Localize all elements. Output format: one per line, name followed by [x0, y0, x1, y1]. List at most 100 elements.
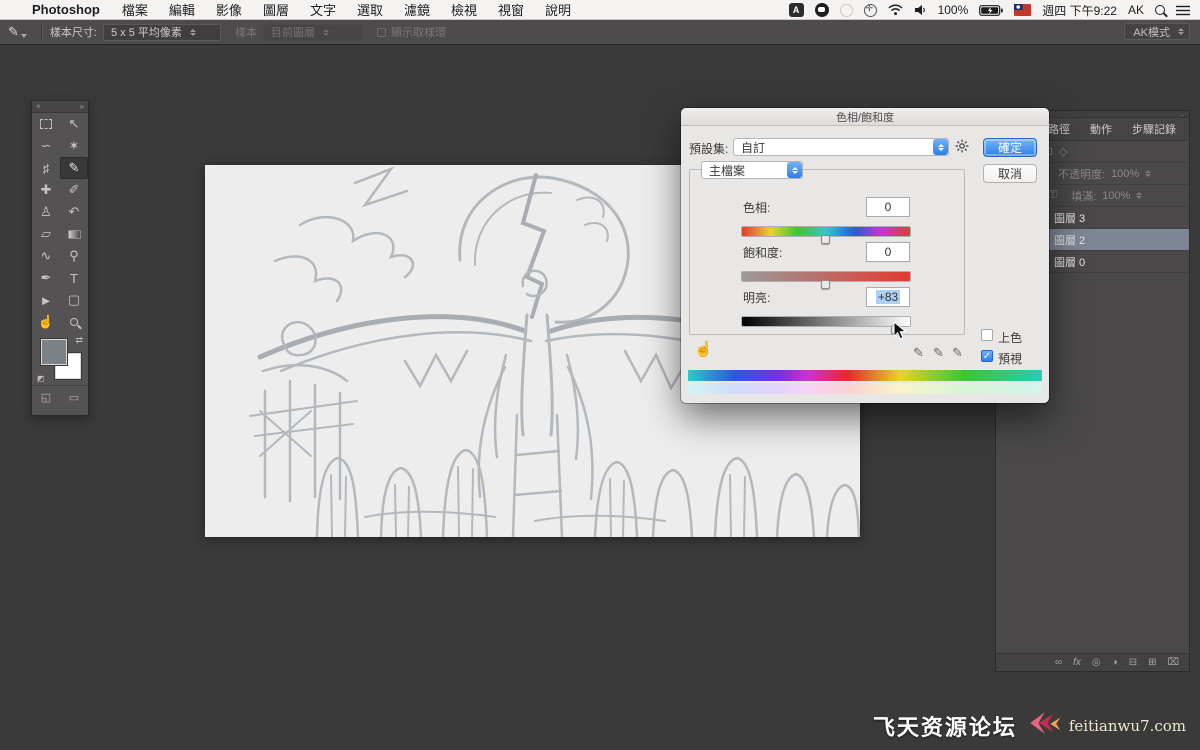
time-machine-icon[interactable] — [839, 3, 853, 17]
menu-image[interactable]: 影像 — [216, 0, 242, 19]
crop-icon: ♯ — [42, 160, 50, 176]
spectrum-bar-adjusted — [688, 383, 1042, 394]
cancel-button[interactable]: 取消 — [983, 164, 1037, 183]
preset-dropdown[interactable]: 自訂 — [733, 138, 949, 156]
menu-select[interactable]: 選取 — [357, 0, 383, 19]
saturation-slider-handle[interactable] — [821, 280, 830, 289]
adjustment-layer-icon[interactable]: ◑ — [1112, 657, 1118, 668]
lightness-input[interactable]: +83 — [866, 287, 910, 307]
flag-icon[interactable] — [1014, 4, 1032, 16]
link-layers-icon[interactable]: ∞ — [1055, 657, 1062, 668]
default-colors-icon[interactable]: ◩ — [37, 374, 45, 383]
foreground-color-swatch[interactable] — [41, 339, 67, 365]
wifi-icon[interactable] — [888, 4, 903, 16]
tool-rectangular-marquee[interactable] — [32, 113, 60, 135]
notification-center-icon[interactable] — [1176, 5, 1190, 16]
menu-layer[interactable]: 圖層 — [263, 0, 289, 19]
tool-healing-brush[interactable]: ✚ — [32, 179, 60, 201]
battery-percent: 100% — [937, 3, 969, 17]
preset-gear-icon[interactable] — [955, 139, 969, 156]
lock-all-icon[interactable]: ⚿ — [1049, 189, 1057, 202]
tool-smudge[interactable]: ∿ — [32, 245, 60, 267]
menu-view[interactable]: 檢視 — [451, 0, 477, 19]
hue-input[interactable]: 0 — [866, 197, 910, 217]
app-name[interactable]: Photoshop — [32, 2, 100, 17]
menu-file[interactable]: 檔案 — [122, 0, 148, 19]
tool-clone-stamp[interactable]: ♙ — [32, 201, 60, 223]
tool-dodge[interactable]: ⚲ — [60, 245, 88, 267]
sample-source-dropdown: 目前圖層 — [262, 23, 363, 41]
hue-label: 色相: — [743, 201, 771, 215]
divider — [40, 23, 42, 41]
tools-close-icon[interactable]: × — [36, 102, 41, 111]
ok-button[interactable]: 確定 — [983, 138, 1037, 157]
volume-icon[interactable] — [914, 4, 927, 16]
spotlight-icon[interactable] — [1155, 5, 1165, 15]
tool-brush[interactable]: ✐ — [60, 179, 88, 201]
quick-mask-button[interactable]: ◱ — [41, 391, 51, 404]
menu-help[interactable]: 說明 — [545, 0, 571, 19]
tool-hand[interactable]: ☝ — [32, 311, 60, 333]
dodge-icon: ⚲ — [69, 248, 79, 263]
menu-clock[interactable]: 週四 下午9:22 — [1042, 2, 1117, 19]
eyedropper-sample-icon[interactable]: ✎ — [913, 345, 924, 361]
tab-actions[interactable]: 動作 — [1080, 118, 1122, 141]
layer-name: 圖層 0 — [1054, 256, 1086, 269]
line-icon[interactable] — [814, 3, 829, 17]
saturation-input[interactable]: 0 — [866, 242, 910, 262]
eyedropper-subtract-icon[interactable]: ✎ — [952, 345, 963, 361]
menu-window[interactable]: 視窗 — [498, 0, 524, 19]
show-sampling-ring-label: 顯示取樣環 — [390, 27, 446, 39]
tool-gradient[interactable] — [60, 223, 88, 245]
magic-wand-icon: ✶ — [68, 138, 80, 153]
user-label[interactable]: AK — [1128, 3, 1144, 17]
tool-move[interactable]: ↖ — [60, 113, 88, 135]
tool-preset-caret-icon[interactable] — [20, 34, 27, 38]
channel-dropdown[interactable]: 主檔案 — [701, 161, 803, 179]
tool-shape[interactable]: ▢ — [60, 289, 88, 311]
hue-slider-handle[interactable] — [821, 235, 830, 244]
zoom-icon — [70, 318, 78, 326]
lightness-slider[interactable] — [742, 317, 910, 334]
new-layer-icon[interactable]: ⊞ — [1148, 657, 1156, 668]
menu-edit[interactable]: 編輯 — [169, 0, 195, 19]
hue-slider[interactable] — [742, 227, 910, 244]
tool-type[interactable]: T — [60, 267, 88, 289]
sample-size-dropdown[interactable]: 5 x 5 平均像素 — [102, 23, 221, 41]
swap-colors-icon[interactable]: ⇄ — [75, 335, 83, 346]
panel-collapse-icon[interactable]: ‥ — [1180, 111, 1185, 118]
tool-eraser[interactable]: ▱ — [32, 223, 60, 245]
tool-magic-wand[interactable]: ✶ — [60, 135, 88, 157]
targeted-adjustment-icon[interactable]: ☝ — [694, 340, 713, 358]
move-icon: ↖ — [68, 116, 80, 131]
preview-checkbox[interactable]: ✓ — [981, 350, 993, 362]
colorize-checkbox[interactable] — [981, 329, 993, 341]
tool-path-selection[interactable]: ► — [32, 289, 60, 311]
preset-label: 預設集: — [689, 142, 729, 156]
lightness-label: 明亮: — [743, 291, 771, 305]
delete-layer-icon[interactable]: ⌧ — [1167, 657, 1179, 668]
battery-icon — [979, 4, 1004, 16]
brush-icon: ✐ — [68, 182, 80, 197]
tool-eyedropper[interactable]: ✎ — [60, 157, 88, 179]
tool-lasso[interactable]: ∽ — [32, 135, 60, 157]
menu-filter[interactable]: 濾鏡 — [404, 0, 430, 19]
tool-history-brush[interactable]: ↶ — [60, 201, 88, 223]
layer-effects-icon[interactable]: fx — [1073, 657, 1081, 668]
screen-mode-button[interactable]: ▭ — [69, 391, 79, 404]
eyedropper-add-icon[interactable]: ✎ — [933, 345, 944, 361]
menu-type[interactable]: 文字 — [310, 0, 336, 19]
eyedropper-tool-preview-icon[interactable]: ✎ — [8, 24, 19, 40]
input-source-icon[interactable] — [863, 3, 877, 17]
adobe-cc-icon[interactable]: A — [788, 3, 804, 17]
tools-collapse-icon[interactable]: » — [80, 102, 84, 111]
tool-zoom[interactable] — [60, 311, 88, 333]
tool-crop[interactable]: ♯ — [32, 157, 60, 179]
workspace-dropdown[interactable]: AK模式 — [1124, 23, 1190, 40]
smart-object-filter-icon[interactable]: ◇ — [1059, 145, 1067, 158]
tool-pen[interactable]: ✒ — [32, 267, 60, 289]
layer-mask-icon[interactable]: ◎ — [1092, 657, 1101, 668]
tab-history[interactable]: 步驟記錄 — [1122, 118, 1186, 141]
saturation-slider[interactable] — [742, 272, 910, 289]
layer-group-icon[interactable]: ⊟ — [1129, 657, 1137, 668]
